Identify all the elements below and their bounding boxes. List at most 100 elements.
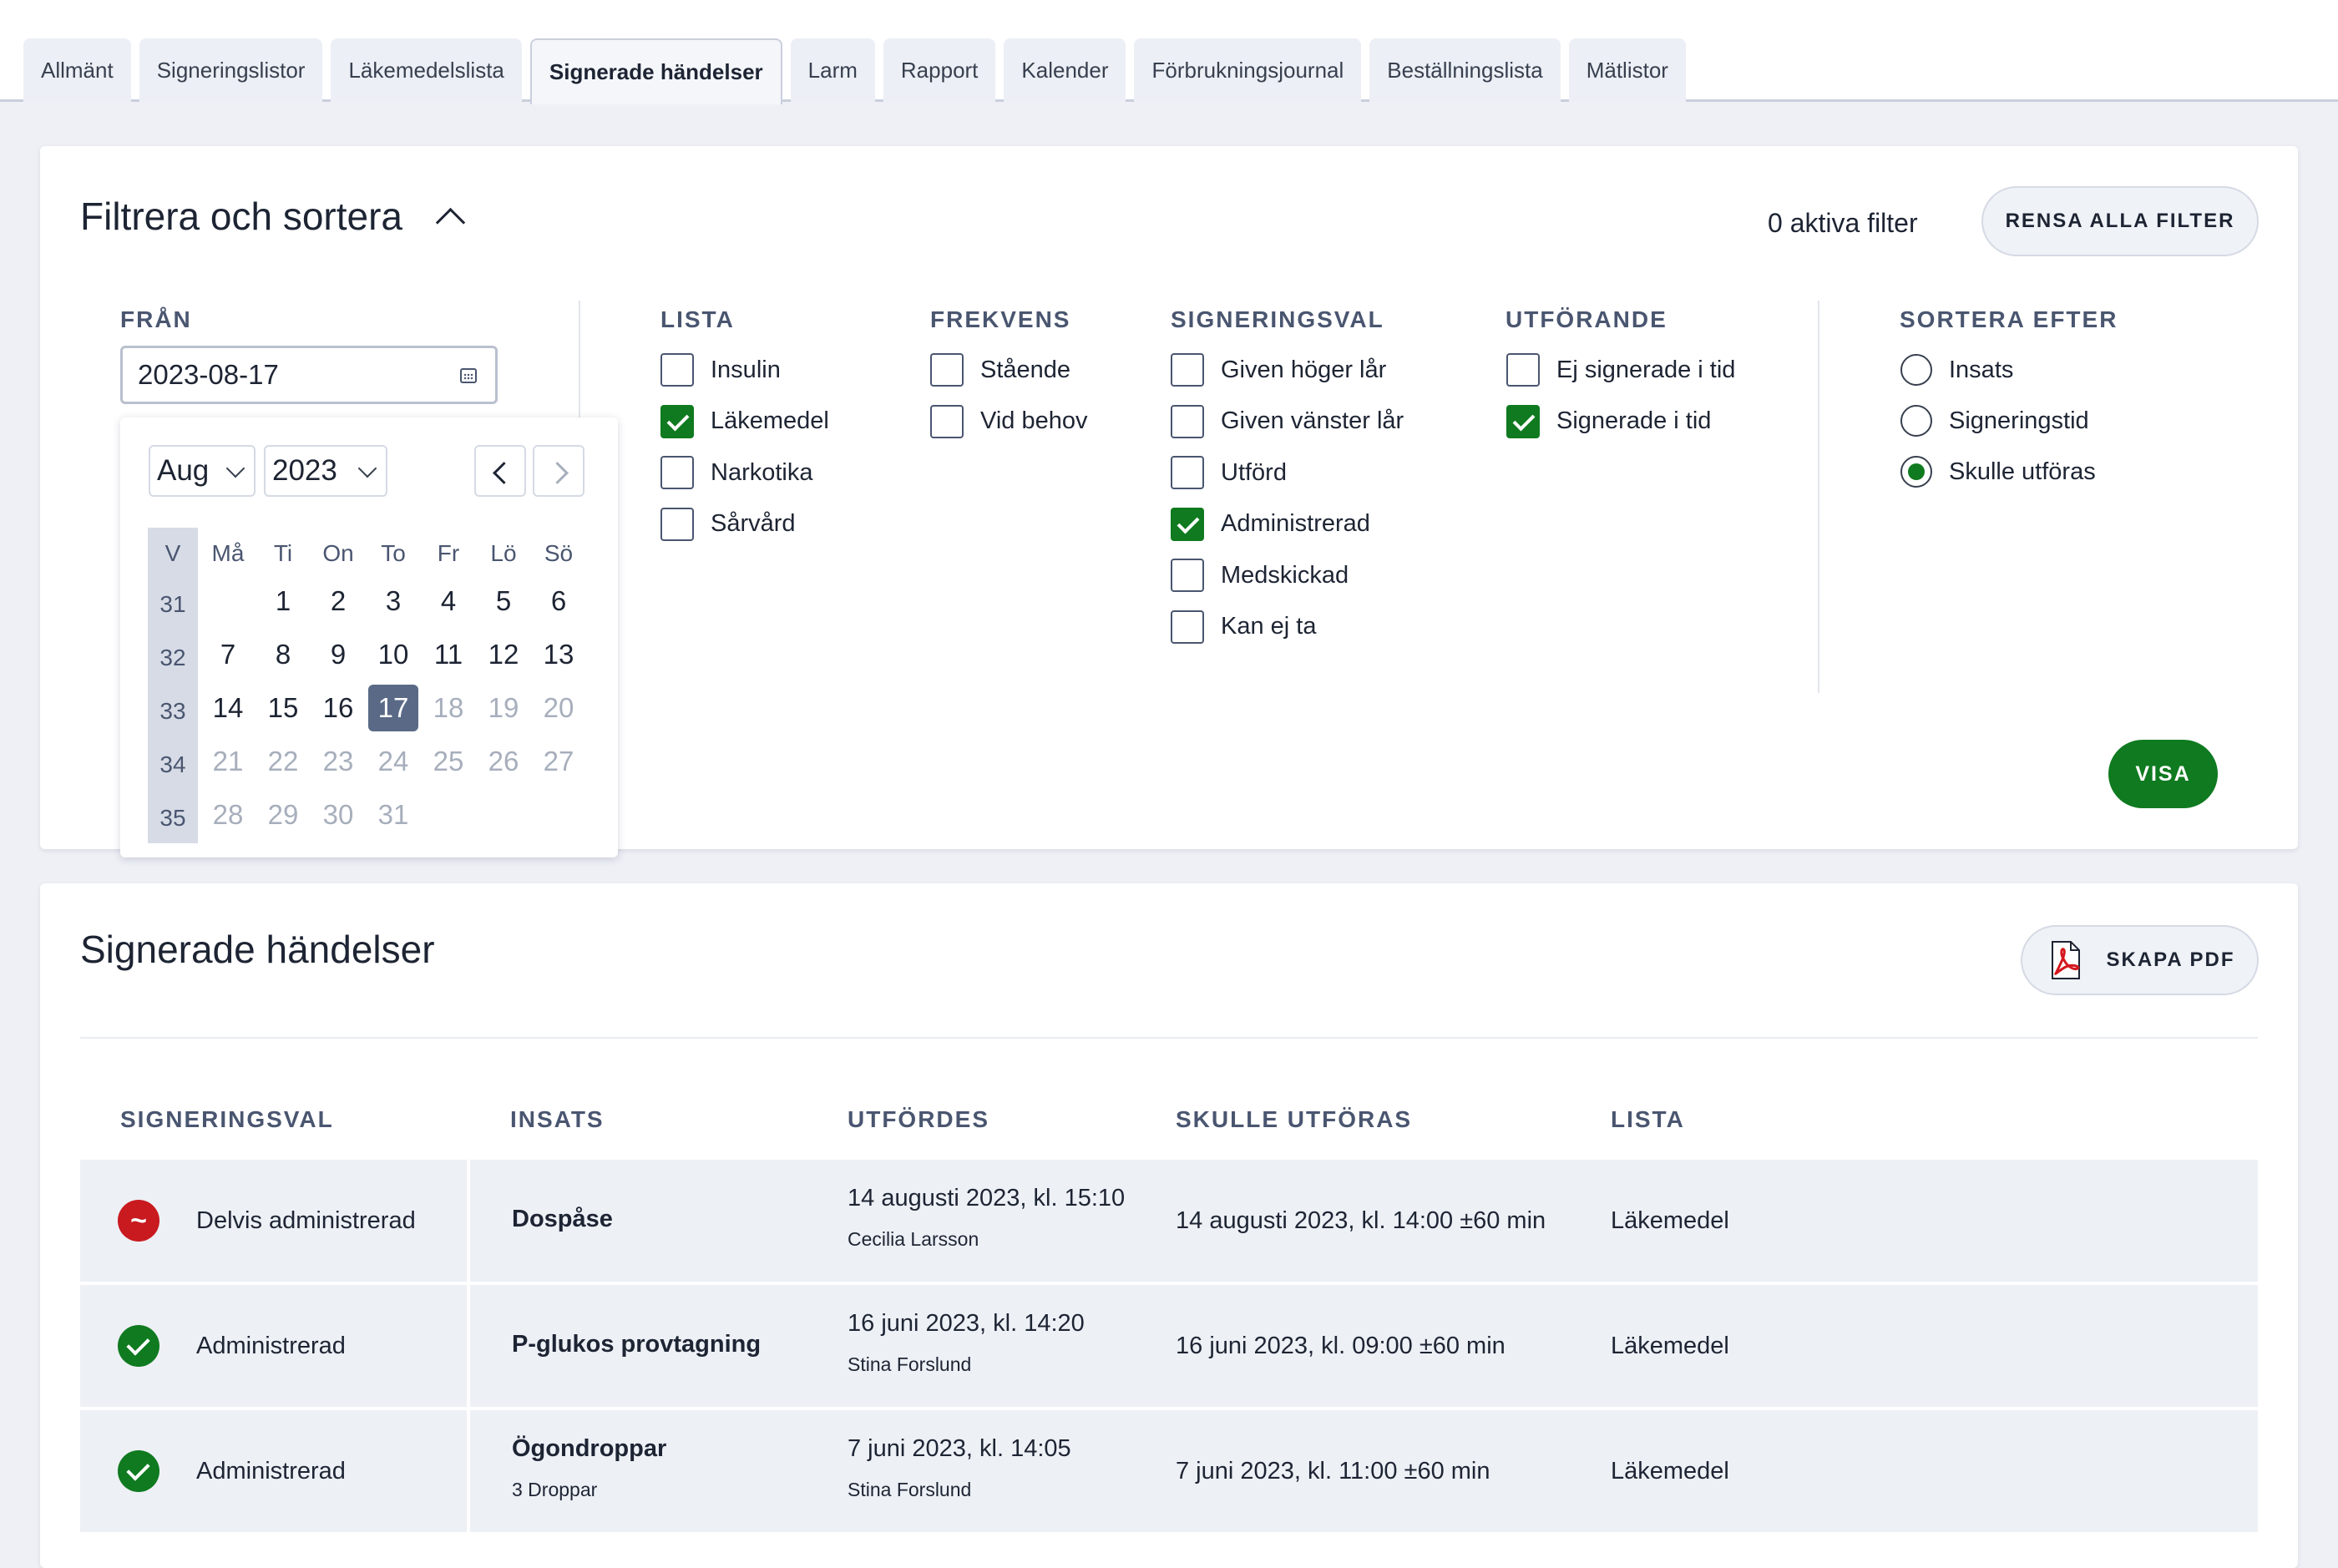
tab-larm[interactable]: Larm <box>790 38 875 102</box>
calendar-day[interactable]: 29 <box>258 792 308 838</box>
col-header-signeringsval[interactable]: SIGNERINGSVAL <box>120 1106 334 1133</box>
year-select[interactable]: 2023 <box>264 445 387 497</box>
tab-signerade-händelser[interactable]: Signerade händelser <box>529 38 782 104</box>
tab-kalender[interactable]: Kalender <box>1004 38 1126 102</box>
prev-month-button[interactable] <box>474 445 526 497</box>
calendar-day[interactable]: 8 <box>258 631 308 678</box>
tab-bar: Allmänt Signeringslistor Läkemedelslista Si… <box>0 0 2338 104</box>
calendar-day[interactable]: 13 <box>534 631 584 678</box>
checkbox[interactable] <box>1171 507 1204 541</box>
calendar-day[interactable]: 19 <box>478 685 529 731</box>
tab-beställningslista[interactable]: Beställningslista <box>1369 38 1561 102</box>
checkbox[interactable] <box>1506 404 1540 438</box>
checkbox[interactable] <box>660 353 694 387</box>
calendar-day[interactable]: 10 <box>368 631 418 678</box>
checkbox-signeringsval[interactable]: Administrerad <box>1171 506 1370 543</box>
checkbox-utforande[interactable]: Signerade i tid <box>1506 403 1711 440</box>
calendar-day[interactable]: 20 <box>534 685 584 731</box>
radio-button[interactable] <box>1900 456 1932 488</box>
checkbox-utforande[interactable]: Ej signerade i tid <box>1506 352 1735 388</box>
calendar-day[interactable]: 26 <box>478 738 529 785</box>
calendar-day[interactable]: 15 <box>258 685 308 731</box>
pdf-icon <box>2052 941 2081 979</box>
checkbox[interactable] <box>660 456 694 489</box>
checkbox[interactable] <box>1171 559 1204 592</box>
tab-allmänt[interactable]: Allmänt <box>23 38 131 102</box>
calendar-day[interactable]: 23 <box>313 738 363 785</box>
checkbox-lista[interactable]: Insulin <box>660 352 781 388</box>
calendar-day[interactable]: 11 <box>423 631 473 678</box>
weekday-header: Må <box>211 540 245 566</box>
calendar-day[interactable]: 21 <box>203 738 253 785</box>
calendar-day[interactable]: 28 <box>203 792 253 838</box>
checkbox[interactable] <box>660 507 694 541</box>
col-header-skulle-utforas[interactable]: SKULLE UTFÖRAS <box>1176 1106 1412 1133</box>
radio-button[interactable] <box>1900 405 1932 437</box>
month-select[interactable]: Aug <box>149 445 256 497</box>
calendar-day[interactable]: 16 <box>313 685 363 731</box>
insats-cell: Ögondroppar <box>512 1435 667 1462</box>
calendar-day[interactable]: 31 <box>368 792 418 838</box>
calendar-day[interactable]: 22 <box>258 738 308 785</box>
col-header-insats[interactable]: INSATS <box>510 1106 605 1133</box>
calendar-day[interactable]: 24 <box>368 738 418 785</box>
checkbox-signeringsval[interactable]: Given vänster lår <box>1171 403 1404 440</box>
checkbox[interactable] <box>930 404 964 438</box>
checkbox[interactable] <box>1506 353 1540 387</box>
checkbox-lista[interactable]: Sårvård <box>660 506 796 543</box>
calendar-day[interactable]: 1 <box>258 578 308 625</box>
checkbox-signeringsval[interactable]: Utförd <box>1171 454 1287 491</box>
calendar-day[interactable]: 3 <box>368 578 418 625</box>
calendar-icon[interactable] <box>460 368 477 383</box>
radio-sortera[interactable]: Insats <box>1900 352 2013 388</box>
option-label: Stående <box>980 356 1071 383</box>
radio-sortera[interactable]: Skulle utföras <box>1900 453 2096 490</box>
next-month-button[interactable] <box>533 445 584 497</box>
checkbox-lista[interactable]: Narkotika <box>660 454 813 491</box>
sortera-label: SORTERA EFTER <box>1900 306 2118 332</box>
calendar-day[interactable]: 9 <box>313 631 363 678</box>
checkbox-frekvens[interactable]: Stående <box>930 352 1070 388</box>
calendar-day[interactable]: 14 <box>203 685 253 731</box>
checkbox[interactable] <box>930 353 964 387</box>
checkbox-signeringsval[interactable]: Given höger lår <box>1171 352 1386 388</box>
calendar-day[interactable]: 18 <box>423 685 473 731</box>
calendar-day[interactable]: 17 <box>368 685 418 731</box>
checkbox[interactable] <box>1171 456 1204 489</box>
clear-filters-button[interactable]: RENSA ALLA FILTER <box>1981 186 2259 256</box>
calendar-day[interactable]: 5 <box>478 578 529 625</box>
col-header-utfordes[interactable]: UTFÖRDES <box>848 1106 989 1133</box>
checkbox-signeringsval[interactable]: Kan ej ta <box>1171 609 1316 645</box>
calendar-day[interactable]: 2 <box>313 578 363 625</box>
tab-mätlistor[interactable]: Mätlistor <box>1568 38 1686 102</box>
checkbox-signeringsval[interactable]: Medskickad <box>1171 557 1349 594</box>
tab-signeringslistor[interactable]: Signeringslistor <box>139 38 323 102</box>
table-row[interactable] <box>80 1285 2258 1407</box>
radio-sortera[interactable]: Signeringstid <box>1900 402 2089 439</box>
tab-rapport[interactable]: Rapport <box>883 38 996 102</box>
calendar-day[interactable]: 6 <box>534 578 584 625</box>
radio-button[interactable] <box>1900 354 1932 386</box>
calendar-day[interactable]: 12 <box>478 631 529 678</box>
checkbox[interactable] <box>1171 353 1204 387</box>
show-button[interactable]: VISA <box>2108 740 2218 808</box>
calendar-day[interactable]: 4 <box>423 578 473 625</box>
weekday-header: Lö <box>490 540 517 566</box>
calendar-day[interactable]: 7 <box>203 631 253 678</box>
tab-läkemedelslista[interactable]: Läkemedelslista <box>331 38 522 102</box>
checkbox-frekvens[interactable]: Vid behov <box>930 403 1087 440</box>
weekday-header: To <box>381 540 406 566</box>
checkbox[interactable] <box>1171 609 1204 644</box>
table-row[interactable] <box>80 1410 2258 1532</box>
checkbox[interactable] <box>660 404 694 438</box>
calendar-day[interactable]: 25 <box>423 738 473 785</box>
calendar-day[interactable]: 30 <box>313 792 363 838</box>
from-date-input[interactable]: 2023-08-17 <box>120 346 498 404</box>
chevron-down-icon <box>225 458 245 478</box>
col-header-lista[interactable]: LISTA <box>1611 1106 1685 1133</box>
checkbox-lista[interactable]: Läkemedel <box>660 403 829 440</box>
checkbox[interactable] <box>1171 404 1204 438</box>
calendar-day[interactable]: 27 <box>534 738 584 785</box>
tab-förbrukningsjournal[interactable]: Förbrukningsjournal <box>1134 38 1362 102</box>
create-pdf-button[interactable]: SKAPA PDF <box>2021 925 2259 995</box>
